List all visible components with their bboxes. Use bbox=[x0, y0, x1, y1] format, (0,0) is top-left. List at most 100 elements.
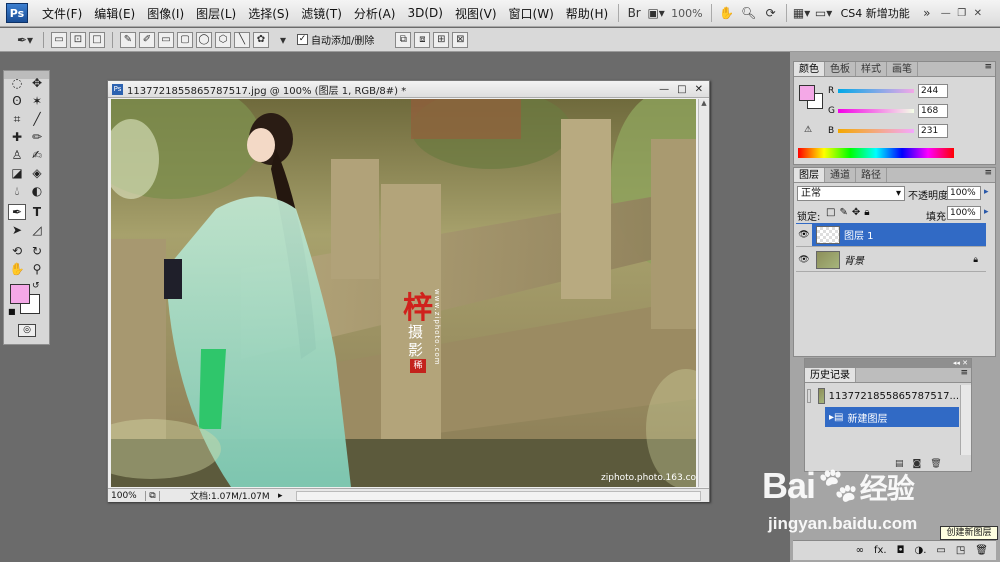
zoom-level[interactable]: 100% bbox=[667, 7, 706, 20]
menu-view[interactable]: 视图(V) bbox=[449, 5, 503, 22]
lock-icons[interactable]: □✎✥🔒︎ bbox=[826, 207, 874, 218]
auto-add-delete-checkbox[interactable]: ✓ bbox=[297, 34, 308, 45]
layer-row[interactable]: 👁︎ 图层 1 bbox=[796, 223, 986, 247]
color-fg-swatch[interactable] bbox=[799, 85, 815, 101]
horizontal-scrollbar[interactable] bbox=[296, 490, 701, 501]
arrange-icon[interactable]: ▦▾ bbox=[791, 4, 813, 22]
blur-icon[interactable]: 💧︎ bbox=[8, 183, 26, 199]
bridge-icon[interactable]: Br bbox=[623, 4, 645, 22]
brush-icon[interactable]: ✏ bbox=[28, 129, 46, 145]
shape-layers-icon[interactable]: ▭ bbox=[51, 31, 67, 48]
marquee-icon[interactable]: ◌ bbox=[8, 75, 26, 91]
magnifier-icon[interactable]: 🔍︎ bbox=[738, 4, 760, 22]
layer-name[interactable]: 图层 1 bbox=[844, 227, 874, 242]
freeform-pen-icon[interactable]: ✐ bbox=[139, 31, 155, 48]
opacity-arrow-icon[interactable]: ▸ bbox=[984, 187, 989, 197]
close-icon[interactable]: ✕ bbox=[970, 6, 986, 20]
pen-icon[interactable]: ✎ bbox=[120, 31, 136, 48]
panel-menu-icon[interactable]: ≡ bbox=[984, 62, 995, 76]
delete-icon[interactable]: 🗑︎ bbox=[975, 545, 988, 556]
history-scrollbar[interactable] bbox=[960, 385, 971, 455]
menu-filter[interactable]: 滤镜(T) bbox=[295, 5, 348, 22]
layer-row[interactable]: 👁︎ 背景 🔒︎ bbox=[796, 248, 986, 272]
pen-tool-preset-icon[interactable]: ✒▾ bbox=[14, 31, 36, 49]
path-add-icon[interactable]: ⧉ bbox=[395, 31, 412, 48]
menu-file[interactable]: 文件(F) bbox=[36, 5, 88, 22]
b-slider[interactable] bbox=[838, 129, 914, 133]
history-state[interactable]: ▸▤ 新建图层 bbox=[825, 407, 959, 427]
pen-tool-icon[interactable]: ✒ bbox=[8, 204, 26, 220]
3d-rotate-icon[interactable]: ⟲ bbox=[8, 243, 26, 259]
vertical-scrollbar[interactable]: ▲ bbox=[698, 99, 709, 487]
fill-arrow-icon[interactable]: ▸ bbox=[984, 207, 989, 217]
tab-channels[interactable]: 通道 bbox=[825, 168, 856, 182]
g-value[interactable]: 168 bbox=[918, 104, 948, 118]
paths-icon[interactable]: ⊡ bbox=[70, 31, 86, 48]
quick-mask-icon[interactable]: ◎ bbox=[18, 324, 36, 337]
tab-color[interactable]: 颜色 bbox=[794, 62, 825, 76]
adjustment-icon[interactable]: ◑. bbox=[914, 545, 926, 556]
hand-tool-icon[interactable]: ✋ bbox=[8, 261, 26, 277]
restore-icon[interactable]: ❐ bbox=[954, 6, 970, 20]
blend-mode-select[interactable]: 正常 ▾ bbox=[797, 186, 905, 201]
gamut-warning-icon[interactable]: ⚠ bbox=[804, 125, 812, 135]
screen-icon[interactable]: ▭▾ bbox=[813, 4, 835, 22]
tab-layers[interactable]: 图层 bbox=[794, 168, 825, 182]
rounded-rectangle-icon[interactable]: ▢ bbox=[177, 31, 193, 48]
custom-shape-icon[interactable]: ✿ bbox=[253, 31, 269, 48]
fill-pixels-icon[interactable]: □ bbox=[89, 31, 105, 48]
layer-name[interactable]: 背景 bbox=[844, 252, 864, 267]
minimize-icon[interactable]: — bbox=[938, 6, 954, 20]
history-brush-icon[interactable]: ✍ bbox=[28, 147, 46, 163]
chevron-down-icon[interactable]: ▾ bbox=[272, 31, 294, 49]
clone-stamp-icon[interactable]: ♙ bbox=[8, 147, 26, 163]
r-value[interactable]: 244 bbox=[918, 84, 948, 98]
b-value[interactable]: 231 bbox=[918, 124, 948, 138]
chevron-right-icon[interactable]: » bbox=[916, 4, 938, 22]
rectangle-icon[interactable]: ▭ bbox=[158, 31, 174, 48]
tab-styles[interactable]: 样式 bbox=[856, 62, 887, 76]
eye-icon[interactable]: 👁︎ bbox=[796, 223, 812, 246]
eraser-icon[interactable]: ◪ bbox=[8, 165, 26, 181]
document-titlebar[interactable]: Ps 1137721855865787517.jpg @ 100% (图层 1,… bbox=[108, 81, 709, 98]
tab-brushes[interactable]: 画笔 bbox=[887, 62, 918, 76]
shape-icon[interactable]: ◿ bbox=[28, 222, 46, 238]
magic-wand-icon[interactable]: ✶ bbox=[28, 93, 46, 109]
history-panel-header[interactable]: ◂◂ ✕ bbox=[805, 359, 971, 368]
opacity-input[interactable]: 100% bbox=[947, 186, 981, 200]
menu-3d[interactable]: 3D(D) bbox=[401, 6, 448, 20]
3d-orbit-icon[interactable]: ↻ bbox=[28, 243, 46, 259]
fx-icon[interactable]: fx. bbox=[874, 545, 887, 556]
foreground-color-swatch[interactable] bbox=[10, 284, 30, 304]
status-arrow-icon[interactable]: ▸ bbox=[278, 491, 288, 501]
menu-window[interactable]: 窗口(W) bbox=[503, 5, 560, 22]
menu-layer[interactable]: 图层(L) bbox=[190, 5, 242, 22]
menu-image[interactable]: 图像(I) bbox=[141, 5, 190, 22]
doc-close-icon[interactable]: ✕ bbox=[695, 84, 703, 95]
lasso-icon[interactable]: ʘ bbox=[8, 93, 26, 109]
eye-icon[interactable]: 👁︎ bbox=[796, 249, 812, 271]
menu-analysis[interactable]: 分析(A) bbox=[348, 5, 402, 22]
history-menu-icon[interactable]: ≡ bbox=[960, 368, 971, 382]
scroll-up-icon[interactable]: ▲ bbox=[699, 99, 709, 107]
tab-history[interactable]: 历史记录 bbox=[805, 368, 856, 382]
menu-select[interactable]: 选择(S) bbox=[242, 5, 295, 22]
r-slider[interactable] bbox=[838, 89, 914, 93]
polygon-icon[interactable]: ⬡ bbox=[215, 31, 231, 48]
tab-swatches[interactable]: 色板 bbox=[825, 62, 856, 76]
doc-maximize-icon[interactable]: □ bbox=[677, 84, 686, 95]
paint-bucket-icon[interactable]: ◈ bbox=[28, 165, 46, 181]
layers-menu-icon[interactable]: ≡ bbox=[984, 168, 995, 182]
doc-minimize-icon[interactable]: — bbox=[659, 84, 669, 95]
type-icon[interactable]: T bbox=[28, 204, 46, 220]
tab-paths[interactable]: 路径 bbox=[856, 168, 887, 182]
mask-icon[interactable]: ◘ bbox=[897, 545, 905, 556]
line-icon[interactable]: ╲ bbox=[234, 31, 250, 48]
history-snapshot[interactable]: 1137721855865787517... bbox=[807, 386, 959, 406]
path-subtract-icon[interactable]: ⧈ bbox=[414, 31, 431, 48]
menu-edit[interactable]: 编辑(E) bbox=[88, 5, 141, 22]
zoom-tool-icon[interactable]: ⚲ bbox=[28, 261, 46, 277]
hand-icon[interactable]: ✋ bbox=[716, 4, 738, 22]
default-colors-icon[interactable]: ■ bbox=[8, 307, 16, 316]
status-zoom[interactable]: 100% bbox=[108, 490, 146, 501]
